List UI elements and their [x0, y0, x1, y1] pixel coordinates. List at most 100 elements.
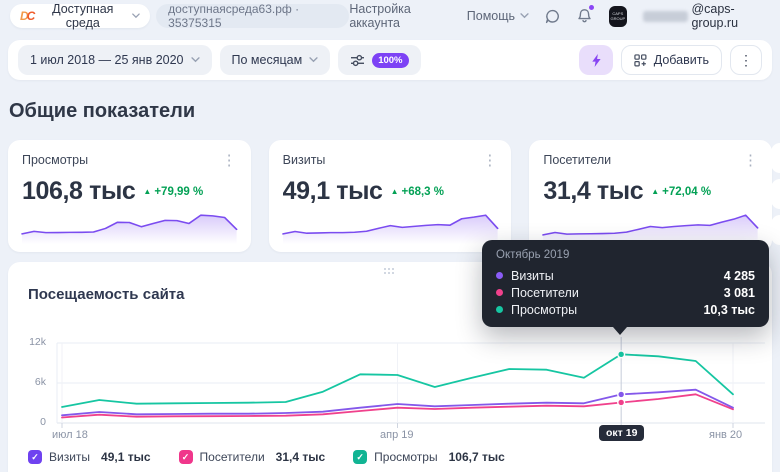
- y-axis-tick: 6k: [8, 376, 52, 388]
- metric-sparkline: [281, 208, 500, 244]
- lightning-icon: [590, 53, 602, 68]
- metric-value-row: 49,1 тыс ▲+68,3 %: [283, 177, 498, 206]
- drag-handle-icon[interactable]: [384, 268, 396, 276]
- x-axis-tick: апр 19: [380, 429, 413, 441]
- nav-account-settings-label: Настройка аккаунта: [349, 2, 450, 30]
- chart-legend: ✓ Визиты 49,1 тыс ✓ Посетители 31,4 тыс …: [28, 450, 505, 464]
- checkbox-checked-icon[interactable]: ✓: [28, 450, 42, 464]
- kebab-menu-icon[interactable]: ⋮: [730, 45, 762, 75]
- chevron-down-icon: [520, 13, 529, 19]
- legend-label: Визиты: [49, 450, 90, 464]
- chart-plot-area[interactable]: 12k 6k 0: [8, 337, 772, 442]
- chevron-down-icon: [191, 57, 200, 63]
- avatar[interactable]: CAPS GROUP: [609, 6, 627, 27]
- up-triangle-icon: ▲: [651, 187, 659, 196]
- up-triangle-icon: ▲: [391, 187, 399, 196]
- legend-label: Посетители: [200, 450, 265, 464]
- nav-account-settings[interactable]: Настройка аккаунта: [349, 2, 450, 30]
- notifications-bell-icon[interactable]: [577, 7, 593, 25]
- y-axis-tick: 0: [8, 416, 52, 428]
- legend-value: 106,7 тыс: [449, 450, 505, 464]
- tooltip-series-value: 4 285: [724, 269, 755, 283]
- metric-sparkline: [20, 208, 239, 244]
- offscreen-panel-edge: [771, 179, 780, 209]
- card-header: Посетители ⋮: [543, 153, 758, 168]
- sampling-badge: 100%: [372, 53, 408, 68]
- y-axis-tick: 12k: [8, 336, 52, 348]
- kebab-menu-icon[interactable]: ⋮: [482, 153, 497, 168]
- tooltip-series-value: 3 081: [724, 286, 755, 300]
- widgets-grid-icon: [634, 54, 647, 67]
- metric-delta-value: +79,99 %: [154, 186, 203, 198]
- legend-value: 49,1 тыс: [101, 450, 151, 464]
- legend-value: 31,4 тыс: [276, 450, 326, 464]
- filters-left: 1 июл 2018 — 25 янв 2020 По месяцам 100%: [18, 45, 421, 75]
- top-bar: DC Доступная среда доступнаясреда63.рф ·…: [0, 0, 780, 32]
- nav-help-label: Помощь: [467, 9, 515, 23]
- sampling-control[interactable]: 100%: [338, 45, 420, 75]
- chart-tooltip: Октябрь 2019 Визиты 4 285 Посетители 3 0…: [482, 240, 769, 327]
- counter-selector[interactable]: DC Доступная среда: [10, 4, 150, 28]
- user-name-redacted: [643, 11, 688, 22]
- x-axis-tick-highlighted: окт 19: [599, 425, 644, 441]
- metric-card-visits[interactable]: Визиты ⋮ 49,1 тыс ▲+68,3 %: [269, 140, 512, 252]
- quick-actions-button[interactable]: [579, 45, 613, 75]
- sliders-icon: [350, 54, 365, 67]
- metric-card-visitors[interactable]: Посетители ⋮ 31,4 тыс ▲+72,04 %: [529, 140, 772, 252]
- checkbox-checked-icon[interactable]: ✓: [353, 450, 367, 464]
- tooltip-caret: [613, 327, 627, 335]
- metric-cards-row: Просмотры ⋮ 106,8 тыс ▲+79,99 % Визиты ⋮…: [8, 140, 772, 252]
- notification-dot: [589, 5, 594, 10]
- top-bar-right: Настройка аккаунта Помощь CAPS GROUP @ca…: [349, 2, 770, 30]
- tooltip-title: Октябрь 2019: [496, 249, 755, 261]
- tooltip-row: Посетители 3 081: [496, 284, 755, 301]
- legend-item-visitors[interactable]: ✓ Посетители 31,4 тыс: [179, 450, 326, 464]
- add-widget-button[interactable]: Добавить: [621, 45, 722, 75]
- metric-label: Посетители: [543, 153, 611, 167]
- nav-help[interactable]: Помощь: [467, 9, 529, 23]
- metric-card-views[interactable]: Просмотры ⋮ 106,8 тыс ▲+79,99 %: [8, 140, 251, 252]
- x-axis-tick: июл 18: [52, 429, 88, 441]
- metric-sparkline: [541, 208, 760, 244]
- user-email: @caps-group.ru: [691, 2, 770, 30]
- metric-value-row: 106,8 тыс ▲+79,99 %: [22, 177, 237, 206]
- metric-label: Просмотры: [22, 153, 88, 167]
- top-bar-left: DC Доступная среда доступнаясреда63.рф ·…: [10, 4, 349, 28]
- metric-delta-value: +68,3 %: [401, 186, 444, 198]
- avatar-label: CAPS GROUP: [609, 11, 627, 21]
- tooltip-series-value: 10,3 тыс: [703, 303, 755, 317]
- offscreen-panel-edge: [771, 215, 780, 245]
- series-dot: [496, 289, 503, 296]
- grouping-selector[interactable]: По месяцам: [220, 45, 331, 75]
- series-dot: [496, 306, 503, 313]
- card-header: Визиты ⋮: [283, 153, 498, 168]
- kebab-menu-icon[interactable]: ⋮: [222, 153, 237, 168]
- checkbox-checked-icon[interactable]: ✓: [179, 450, 193, 464]
- filters-toolbar: 1 июл 2018 — 25 янв 2020 По месяцам 100%: [8, 40, 772, 80]
- kebab-menu-icon[interactable]: ⋮: [743, 153, 758, 168]
- metric-delta: ▲+68,3 %: [391, 186, 444, 198]
- date-range-selector[interactable]: 1 июл 2018 — 25 янв 2020: [18, 45, 212, 75]
- traffic-chart-svg: [8, 337, 772, 442]
- legend-item-views[interactable]: ✓ Просмотры 106,7 тыс: [353, 450, 505, 464]
- user-account[interactable]: @caps-group.ru: [643, 2, 770, 30]
- legend-item-visits[interactable]: ✓ Визиты 49,1 тыс: [28, 450, 151, 464]
- add-widget-label: Добавить: [654, 53, 709, 67]
- counter-name: Доступная среда: [39, 2, 126, 30]
- chevron-down-icon: [309, 57, 318, 63]
- site-info[interactable]: доступнаясреда63.рф · 35375315: [156, 4, 349, 28]
- metrica-dashboard: DC Доступная среда доступнаясреда63.рф ·…: [0, 0, 780, 472]
- metric-label: Визиты: [283, 153, 326, 167]
- up-triangle-icon: ▲: [143, 187, 151, 196]
- tooltip-series-label: Просмотры: [511, 303, 577, 317]
- metric-value: 31,4 тыс: [543, 177, 643, 206]
- legend-label: Просмотры: [374, 450, 437, 464]
- tooltip-row: Просмотры 10,3 тыс: [496, 301, 755, 318]
- date-range-label: 1 июл 2018 — 25 янв 2020: [30, 53, 184, 67]
- chat-icon[interactable]: [545, 7, 561, 25]
- metric-value: 49,1 тыс: [283, 177, 383, 206]
- offscreen-panel-edge: [771, 143, 780, 173]
- grouping-label: По месяцам: [232, 53, 303, 67]
- metric-value-row: 31,4 тыс ▲+72,04 %: [543, 177, 758, 206]
- tooltip-series-label: Посетители: [511, 286, 579, 300]
